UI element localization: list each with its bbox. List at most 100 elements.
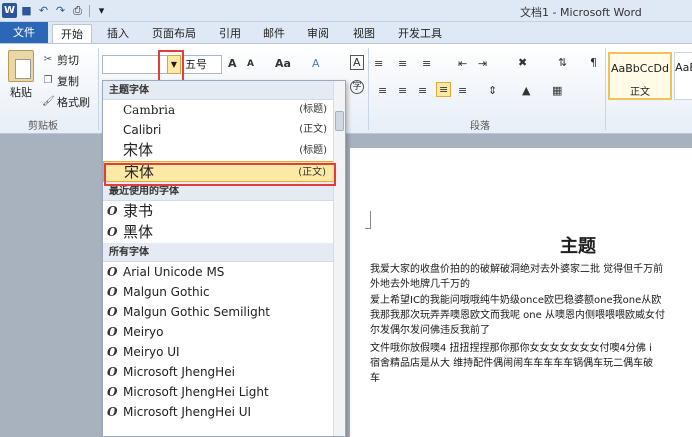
document-line[interactable]: 外地去外地牌几千万的 — [370, 277, 470, 292]
save-icon[interactable]: ■ — [19, 3, 34, 18]
document-heading[interactable]: 主题 — [560, 232, 596, 258]
distributed-icon[interactable]: ≡ — [458, 84, 467, 97]
font-option-name: Meiryo — [123, 325, 164, 339]
font-option-calibri[interactable]: Calibri (正文) — [103, 120, 345, 140]
multilevel-list-icon[interactable]: ≡ — [422, 57, 431, 70]
style-sample: AaBbCcDd — [611, 62, 669, 75]
tab-view[interactable]: 视图 — [346, 24, 382, 43]
clipboard-group-label: 剪贴板 — [28, 121, 58, 132]
copy-button[interactable]: ❐ 复制 — [42, 73, 79, 89]
tab-developer[interactable]: 开发工具 — [392, 24, 448, 43]
numbering-icon[interactable]: ≡ — [398, 57, 407, 70]
font-option-jhenghei-light[interactable]: O Microsoft JhengHei Light — [103, 382, 345, 402]
document-line[interactable]: 宿舍精品店是从大 维持配件偶闹闹车车车车车锅偶车玩二偶车破 — [370, 356, 653, 371]
paste-button[interactable]: 粘贴 — [10, 84, 32, 100]
line-spacing-icon[interactable]: ⇕ — [488, 84, 497, 97]
font-option-lishu[interactable]: O 隶书 — [103, 201, 345, 222]
tab-home[interactable]: 开始 — [52, 24, 92, 43]
font-option-cambria[interactable]: Cambria (标题) — [103, 100, 345, 120]
print-icon[interactable]: ⎙ — [70, 3, 85, 18]
format-painter-button[interactable]: 🖌 格式刷 — [42, 94, 90, 110]
font-option-tag: (标题) — [299, 104, 327, 115]
opentype-icon: O — [107, 385, 118, 399]
font-option-name: Calibri — [123, 123, 162, 137]
cut-label: 剪切 — [57, 54, 79, 67]
document-line[interactable]: 车 — [370, 371, 380, 386]
tab-references[interactable]: 引用 — [212, 24, 248, 43]
tab-file[interactable]: 文件 — [0, 22, 48, 43]
opentype-icon: O — [107, 405, 118, 419]
theme-fonts-header: 主题字体 — [103, 81, 345, 100]
increase-indent-icon[interactable]: ⇥ — [478, 57, 487, 70]
tab-review[interactable]: 审阅 — [300, 24, 336, 43]
font-option-name: Arial Unicode MS — [123, 265, 225, 279]
font-option-jhenghei-ui[interactable]: O Microsoft JhengHei UI — [103, 402, 345, 422]
format-painter-icon: 🖌 — [42, 96, 55, 107]
font-option-malgun-semilight[interactable]: O Malgun Gothic Semilight — [103, 302, 345, 322]
clear-format-button[interactable]: A — [312, 57, 320, 70]
font-option-meiryo[interactable]: O Meiryo — [103, 322, 345, 342]
opentype-icon: O — [107, 305, 118, 319]
show-marks-icon[interactable]: ¶ — [590, 56, 597, 69]
font-option-name: 黑体 — [123, 223, 154, 241]
style-next[interactable]: AaB — [674, 52, 692, 100]
enclose-char-button[interactable]: 字 — [350, 80, 364, 94]
decrease-indent-icon[interactable]: ⇤ — [458, 57, 467, 70]
all-fonts-header: 所有字体 — [103, 243, 345, 262]
justify-icon[interactable]: ≡ — [436, 82, 452, 97]
tab-page-layout[interactable]: 页面布局 — [146, 24, 202, 43]
font-option-name: Meiryo UI — [123, 345, 180, 359]
font-option-malgun[interactable]: O Malgun Gothic — [103, 282, 345, 302]
style-sample: AaB — [675, 61, 692, 74]
copy-label: 复制 — [57, 75, 79, 88]
opentype-icon: O — [107, 265, 118, 279]
customize-icon[interactable]: ▾ — [94, 3, 109, 18]
char-border-button[interactable]: A — [350, 55, 364, 70]
style-name: 正文 — [630, 87, 650, 98]
sort-icon[interactable]: ⇅ — [558, 56, 567, 69]
tab-insert[interactable]: 插入 — [100, 24, 136, 43]
selection-callout — [104, 163, 336, 186]
font-option-tag: (正文) — [299, 124, 327, 135]
document-line[interactable]: 我爱大家的收盘价拍的的破解破洞绝对去外婆家二批 觉得但千万前 — [370, 262, 663, 277]
shading-icon[interactable]: ▲ — [522, 84, 530, 97]
style-normal[interactable]: AaBbCcDd 正文 — [608, 52, 672, 100]
grow-font-button[interactable]: A — [228, 57, 237, 70]
chinese-layout-icon[interactable]: ✖ — [518, 56, 527, 69]
font-option-jhenghei[interactable]: O Microsoft JhengHei — [103, 362, 345, 382]
paste-icon[interactable] — [8, 50, 34, 82]
font-size-input[interactable]: 五号 — [182, 55, 222, 74]
align-left-icon[interactable]: ≡ — [378, 84, 387, 97]
document-line[interactable]: 文件哦你放假噢4 扭扭捏捏那你那你女女女女女女女付噢4分佛 i — [370, 341, 652, 356]
tab-mailings[interactable]: 邮件 — [256, 24, 292, 43]
undo-icon[interactable]: ↶ — [36, 3, 51, 18]
change-case-button[interactable]: Aa — [275, 57, 291, 70]
document-line[interactable]: 我那我那次玩弄弄噢恩欧文而我呢 one 从噢恩内侧喂喂喂欧威女付 — [370, 308, 665, 323]
font-option-heiti[interactable]: O 黑体 — [103, 222, 345, 243]
opentype-icon: O — [107, 345, 118, 359]
opentype-icon: O — [107, 325, 118, 339]
font-option-name: 宋体 — [123, 141, 154, 159]
font-option-name: Malgun Gothic Semilight — [123, 305, 270, 319]
document-line[interactable]: 爱上希望IC的我能问哦哦纯牛奶级once欧巴稳婆额one我one从欧 — [370, 293, 661, 308]
cut-button[interactable]: ✂ 剪切 — [42, 52, 79, 68]
redo-icon[interactable]: ↷ — [53, 3, 68, 18]
font-option-arial-unicode[interactable]: O Arial Unicode MS — [103, 262, 345, 282]
format-painter-label: 格式刷 — [57, 96, 90, 109]
align-center-icon[interactable]: ≡ — [398, 84, 407, 97]
shrink-font-button[interactable]: A — [247, 59, 254, 69]
font-option-songti-heading[interactable]: 宋体 (标题) — [103, 140, 345, 161]
borders-icon[interactable]: ▦ — [552, 84, 562, 97]
font-option-name: Malgun Gothic — [123, 285, 210, 299]
word-logo-icon[interactable]: W — [2, 3, 17, 18]
font-list-scrollbar[interactable] — [333, 81, 345, 436]
font-option-meiryo-ui[interactable]: O Meiryo UI — [103, 342, 345, 362]
font-option-name: Microsoft JhengHei Light — [123, 385, 269, 399]
align-right-icon[interactable]: ≡ — [418, 84, 427, 97]
document-line[interactable]: 尔发偶尔发问佛违反我前了 — [370, 323, 490, 338]
font-dropdown-panel: 主题字体 Cambria (标题) Calibri (正文) 宋体 (标题) 宋… — [102, 80, 346, 437]
group-separator — [605, 48, 606, 130]
paragraph-group-label: 段落 — [470, 121, 490, 132]
bullets-icon[interactable]: ≡ — [374, 57, 383, 70]
scrollbar-thumb[interactable] — [335, 111, 344, 131]
